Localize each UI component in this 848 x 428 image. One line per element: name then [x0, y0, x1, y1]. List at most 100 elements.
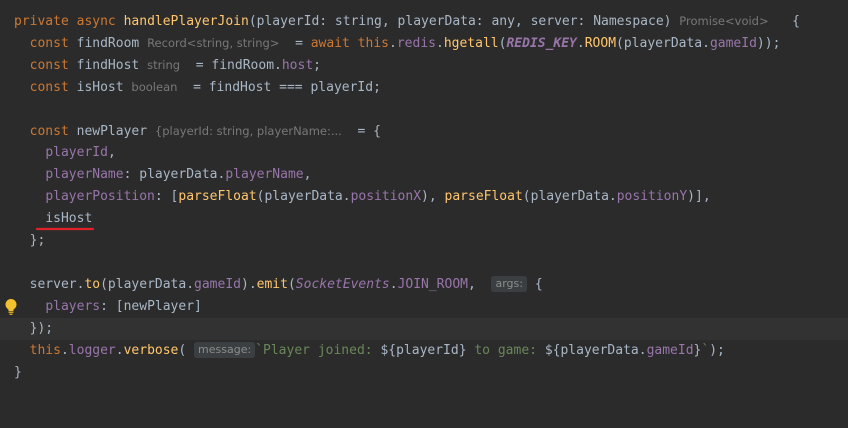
property-logger: logger [68, 343, 116, 358]
method-to: to [84, 277, 101, 292]
open-brace: { [534, 277, 543, 292]
keyword-async: async [76, 14, 116, 29]
punct: : [ [154, 189, 179, 204]
punct: ), [421, 189, 445, 204]
function-name: handlePlayerJoin [123, 14, 249, 29]
keyword-const: const [29, 58, 69, 73]
punct: ( [287, 277, 296, 292]
code-line-6[interactable]: const newPlayer {playerId: string, playe… [0, 120, 848, 142]
comma: , [468, 277, 476, 292]
variable-findhost: findHost [76, 58, 140, 73]
method-hgetall: hgetall [443, 36, 499, 51]
code-line-9[interactable]: playerPosition: [parseFloat(playerData.p… [0, 186, 848, 208]
dot: . [60, 343, 69, 358]
code-line-16[interactable]: this.logger.verbose( message: `Player joi… [0, 340, 848, 362]
property-gameid: gameId [646, 343, 694, 358]
semicolon: ; [313, 58, 321, 73]
property-playername-key: playerName [45, 167, 124, 182]
punct: ). [241, 277, 257, 292]
property-players: players [45, 299, 101, 314]
method-emit: emit [256, 277, 288, 292]
dot: . [389, 277, 398, 292]
property-ishost-error[interactable]: isHost [45, 211, 92, 226]
method-verbose: verbose [123, 343, 179, 358]
constant-redis-key: REDIS_KEY [506, 36, 577, 51]
property-playerid: playerId [45, 145, 108, 160]
keyword-const: const [29, 80, 69, 95]
function-params: (playerId: string, playerData: any, serv… [248, 14, 672, 29]
assign-op: = [295, 36, 303, 51]
comma: , [303, 167, 312, 182]
code-line-10[interactable]: isHost [0, 208, 848, 230]
code-editor[interactable]: private async handlePlayerJoin(playerId:… [0, 0, 848, 407]
comma: , [107, 145, 116, 160]
constant-join-room: JOIN_ROOM [397, 277, 468, 292]
property-positionx: positionX [350, 189, 422, 204]
variable-findroom: findRoom [76, 36, 140, 51]
keyword-private: private [14, 14, 69, 29]
keyword-await: await [310, 36, 350, 51]
property-gameid: gameId [709, 36, 757, 51]
assignment: = { [357, 124, 381, 139]
emit-close: }); [29, 321, 54, 336]
type-hint-newplayer: {playerId: string, playerName:... [154, 124, 342, 138]
property-redis: redis [396, 36, 436, 51]
property-playername: playerName [225, 167, 304, 182]
property-playerposition: playerPosition [45, 189, 155, 204]
code-line-12[interactable] [0, 252, 848, 274]
type-hint-findhost: string [147, 58, 181, 72]
type-hint-findroom: Record<string, string> [147, 36, 280, 50]
code-line-5[interactable] [0, 98, 848, 120]
call-close: ); [709, 343, 725, 358]
punct: (playerData. [256, 189, 351, 204]
punct: (playerData. [522, 189, 617, 204]
code-line-2[interactable]: const findRoom Record<string, string> = … [0, 32, 848, 54]
interpolation-playerid: ${playerId} [380, 343, 467, 358]
intention-bulb-icon[interactable] [4, 298, 18, 316]
template-string-2: to game: [466, 343, 545, 358]
dot: . [115, 343, 124, 358]
keyword-const: const [29, 124, 69, 139]
code-line-13[interactable]: server.to(playerData.gameId).emit(Socket… [0, 274, 848, 296]
punct: )], [687, 189, 711, 204]
type-hint-ishost: boolean [131, 80, 178, 94]
class-socketevents: SocketEvents [295, 277, 390, 292]
server-ref: server. [29, 277, 85, 292]
assignment: = findHost === playerId; [193, 80, 381, 95]
call-close: )); [756, 36, 781, 51]
code-line-8[interactable]: playerName: playerData.playerName, [0, 164, 848, 186]
punct: (playerData. [100, 277, 195, 292]
property-positiony: positionY [616, 189, 688, 204]
keyword-this: this [29, 343, 61, 358]
keyword-const: const [29, 36, 69, 51]
value-prefix: : playerData. [123, 167, 226, 182]
players-value: : [newPlayer] [100, 299, 202, 314]
dot: . [389, 36, 397, 51]
method-room: ROOM [584, 36, 617, 51]
open-brace: { [792, 14, 800, 29]
interpolation-playerdata: ${playerData. [544, 343, 647, 358]
code-line-1[interactable]: private async handlePlayerJoin(playerId:… [0, 10, 848, 32]
param-hint-message: message: [194, 342, 256, 358]
return-type-hint: Promise<void> [679, 14, 769, 28]
code-line-7[interactable]: playerId, [0, 142, 848, 164]
function-parsefloat: parseFloat [178, 189, 257, 204]
dot: . [576, 36, 585, 51]
backtick: ` [255, 343, 264, 358]
dot: . [435, 36, 444, 51]
variable-newplayer: newPlayer [76, 124, 148, 139]
code-line-17[interactable]: } [0, 362, 848, 384]
property-gameid: gameId [194, 277, 241, 292]
property-host: host [281, 58, 314, 73]
object-close: }; [29, 233, 46, 248]
keyword-this: this [357, 36, 390, 51]
backtick: ` [701, 343, 710, 358]
code-line-14[interactable]: players: [newPlayer] [0, 296, 848, 318]
code-line-11[interactable]: }; [0, 230, 848, 252]
function-parsefloat: parseFloat [444, 189, 523, 204]
variable-ishost: isHost [76, 80, 124, 95]
code-line-15-current[interactable]: }); [0, 318, 848, 340]
paren: ( [178, 343, 187, 358]
code-line-3[interactable]: const findHost string = findRoom.host; [0, 54, 848, 76]
code-line-4[interactable]: const isHost boolean = findHost === play… [0, 76, 848, 98]
